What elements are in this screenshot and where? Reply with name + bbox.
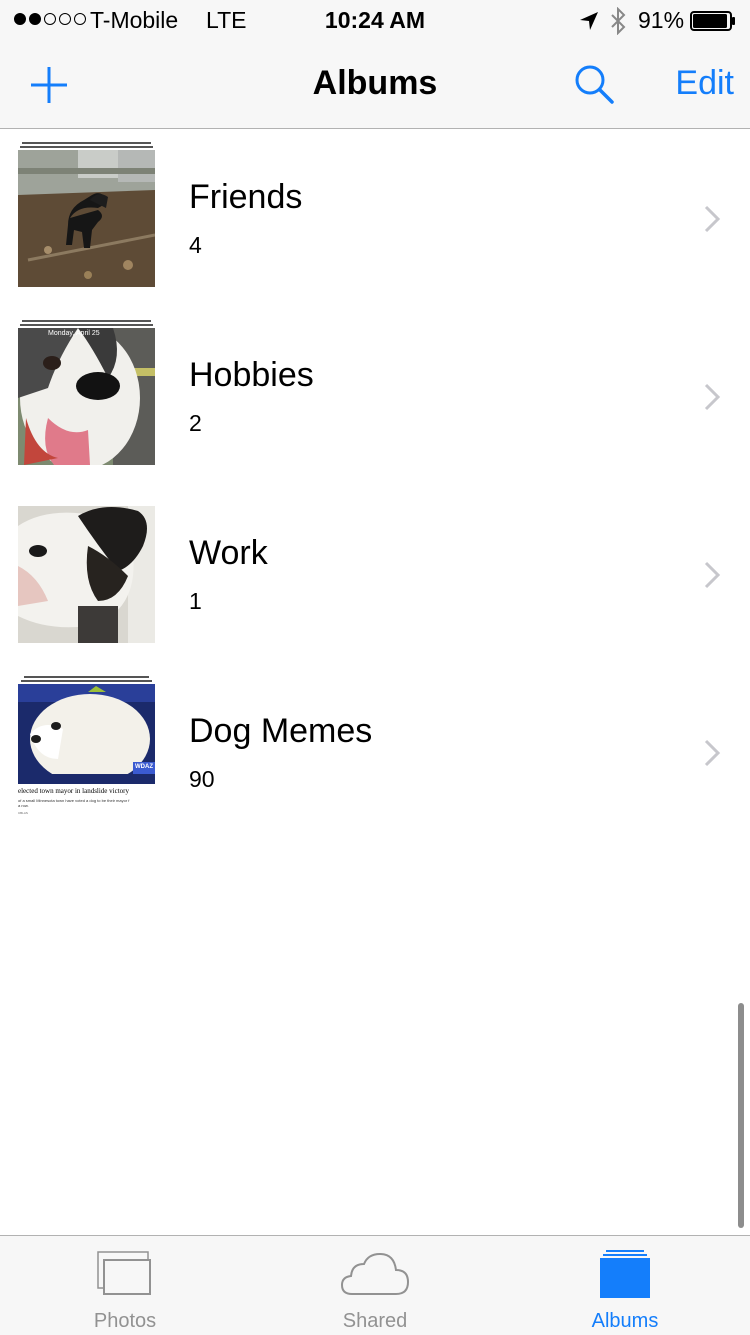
tab-photos[interactable]: Photos — [0, 1236, 250, 1335]
chevron-right-icon — [704, 739, 721, 767]
edit-button[interactable]: Edit — [675, 64, 734, 103]
album-photo-count: 4 — [189, 232, 202, 258]
news-screenshot-thumbnail: WDAZ elected town mayor in landslide vic… — [18, 684, 155, 821]
album-thumbnail — [18, 498, 155, 643]
chevron-right-icon — [704, 561, 721, 589]
thumbnail-subtext-2: a row. — [18, 803, 29, 808]
thumbnail-subtext: of a small Minnesota town have voted a d… — [18, 798, 130, 803]
album-photo-count: 1 — [189, 588, 202, 614]
search-button[interactable] — [572, 62, 616, 106]
thumbnail-headline-text: elected town mayor in landslide victory — [18, 787, 129, 795]
status-bar: T-Mobile LTE 10:24 AM 91% — [0, 0, 750, 40]
albums-icon — [600, 1250, 650, 1298]
tab-label: Albums — [591, 1310, 659, 1332]
album-thumbnail — [18, 142, 155, 287]
navigation-bar: Albums Edit — [0, 40, 750, 129]
chevron-right-icon — [704, 205, 721, 233]
thumbnail-date-text: Monday, April 25 — [48, 330, 100, 337]
album-thumbnail: Monday, April 25 — [18, 320, 155, 465]
tab-label: Photos — [93, 1310, 157, 1332]
tab-shared[interactable]: Shared — [250, 1236, 500, 1335]
album-name: Hobbies — [189, 356, 314, 394]
cloud-icon — [340, 1252, 410, 1295]
dog-photo-thumbnail — [18, 328, 155, 465]
search-icon — [575, 65, 614, 104]
photos-icon — [97, 1251, 151, 1295]
scroll-indicator[interactable] — [738, 1003, 744, 1228]
page-title: Albums — [312, 64, 438, 102]
album-name: Work — [189, 534, 268, 572]
album-row-hobbies[interactable]: Monday, April 25 Hobbies 2 — [0, 307, 750, 485]
tab-label: Shared — [342, 1310, 408, 1332]
chevron-right-icon — [704, 383, 721, 411]
album-list: Friends 4 Monday, April 25 Hobbies 2 Wor… — [0, 129, 750, 841]
battery-icon — [690, 11, 735, 31]
album-photo-count: 90 — [189, 766, 215, 792]
thumbnail-logo-text: WDAZ — [135, 764, 153, 770]
album-row-friends[interactable]: Friends 4 — [0, 129, 750, 307]
tab-bar: Photos Shared Albums — [0, 1235, 750, 1335]
thumbnail-credit-text: CBLAS — [18, 811, 28, 815]
dog-photo-thumbnail — [18, 150, 155, 287]
album-row-dog-memes[interactable]: WDAZ elected town mayor in landslide vic… — [0, 663, 750, 841]
location-arrow-icon — [580, 12, 598, 30]
album-thumbnail: WDAZ elected town mayor in landslide vic… — [18, 676, 155, 821]
tab-albums[interactable]: Albums — [500, 1236, 750, 1335]
dog-photo-thumbnail — [18, 506, 155, 643]
album-name: Dog Memes — [189, 712, 373, 750]
album-name: Friends — [189, 178, 303, 216]
bluetooth-icon — [611, 7, 626, 35]
battery-percent: 91% — [638, 7, 685, 33]
album-row-work[interactable]: Work 1 — [0, 485, 750, 663]
album-photo-count: 2 — [189, 410, 202, 436]
